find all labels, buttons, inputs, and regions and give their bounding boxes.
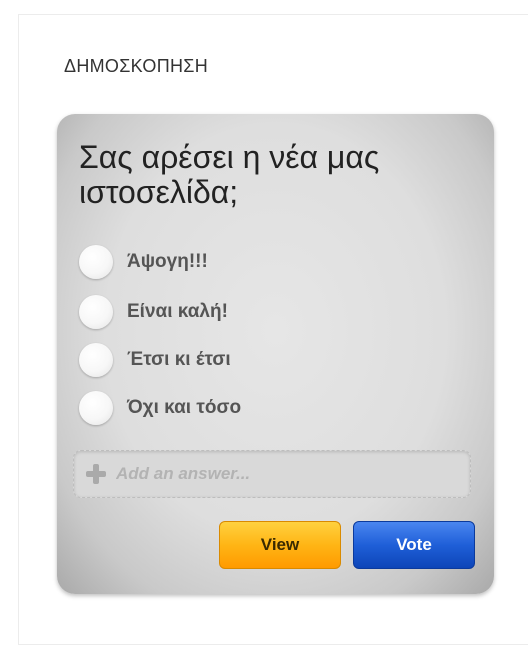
radio-button[interactable] [79,343,113,377]
plus-icon [86,464,106,484]
poll-option-label: Είναι καλή! [127,301,228,322]
view-button[interactable]: View [219,521,341,569]
poll-question: Σας αρέσει η νέα μας ιστοσελίδα; [79,139,380,210]
poll-option-label: Άψογη!!! [127,251,208,272]
section-title: ΔΗΜΟΣΚΟΠΗΣΗ [64,56,209,76]
poll-option-2[interactable]: Είναι καλή! [79,294,228,330]
poll-option-label: Όχι και τόσο [127,397,242,418]
poll-option-3[interactable]: Έτσι κι έτσι [79,342,231,378]
poll-option-1[interactable]: Άψογη!!! [79,244,208,280]
radio-button[interactable] [79,391,113,425]
poll-card: Σας αρέσει η νέα μας ιστοσελίδα; Άψογη!!… [57,114,494,594]
poll-option-4[interactable]: Όχι και τόσο [79,390,241,426]
radio-button[interactable] [79,295,113,329]
radio-button[interactable] [79,245,113,279]
vote-button[interactable]: Vote [353,521,475,569]
add-answer-field[interactable] [73,450,471,498]
poll-option-label: Έτσι κι έτσι [127,349,231,370]
add-answer-input[interactable] [114,463,458,485]
